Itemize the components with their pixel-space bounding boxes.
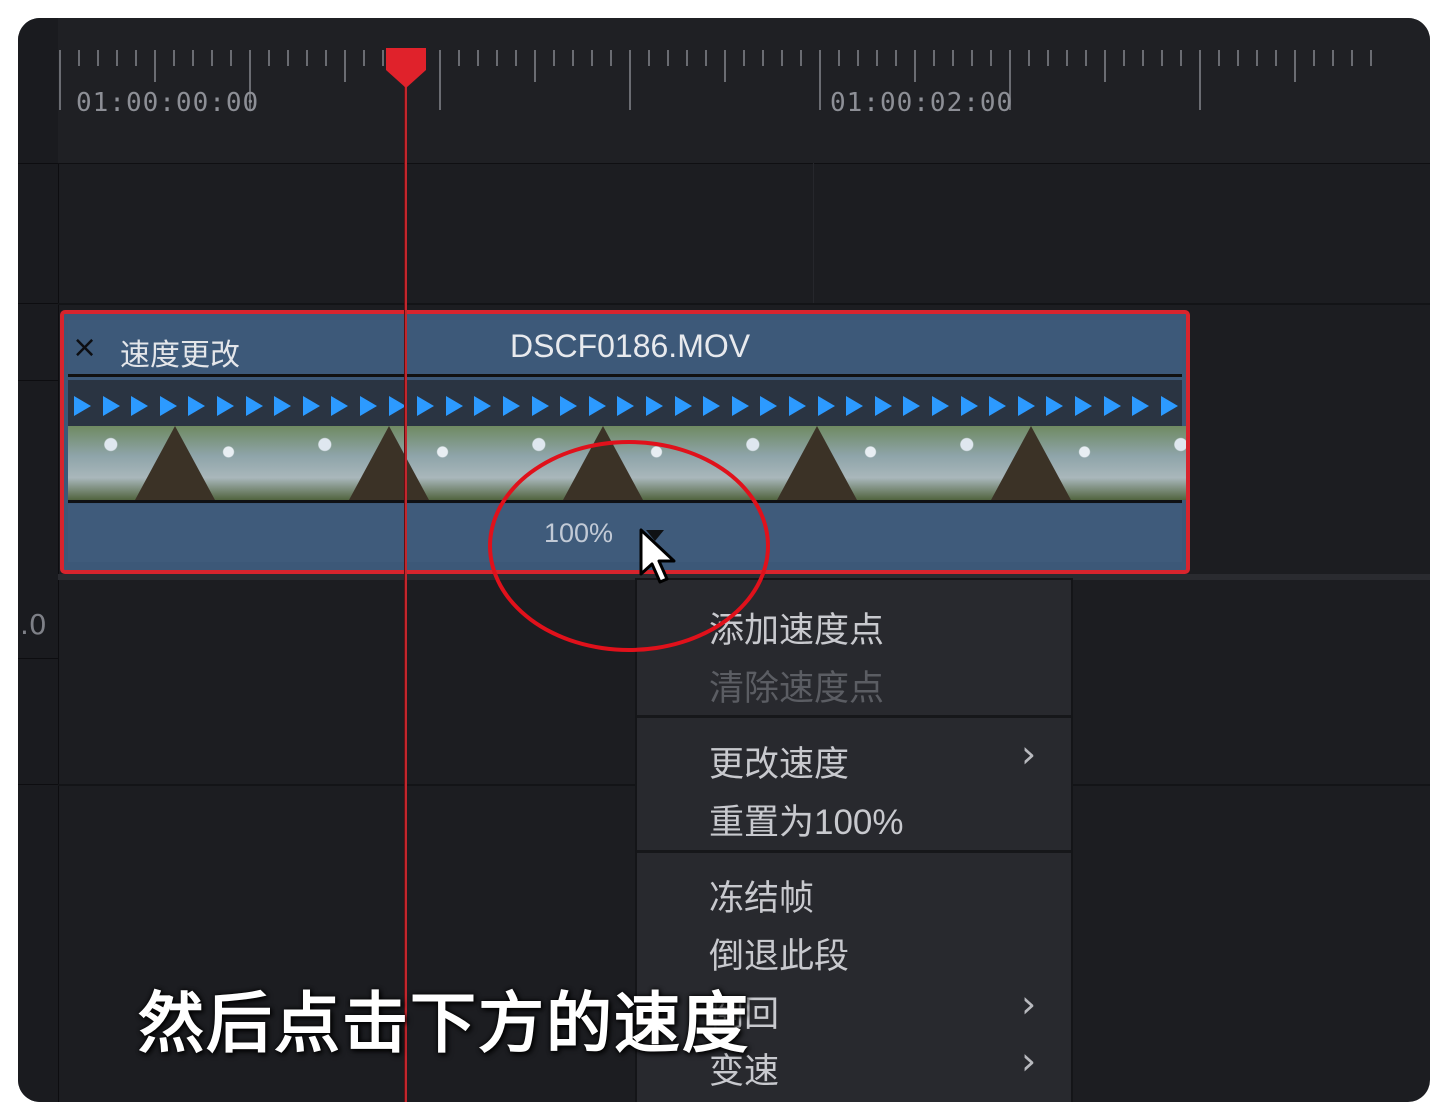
speed-arrow-icon: [1046, 396, 1064, 416]
menu-item-clear-speed-point[interactable]: 清除速度点: [709, 660, 884, 711]
speed-arrow-icon: [102, 396, 120, 416]
submenu-chevron-icon: ›: [1021, 1039, 1037, 1083]
timecode-label: 01:00:00:00: [76, 88, 260, 118]
menu-separator: [637, 715, 1071, 718]
gutter-separator: [18, 303, 58, 304]
speed-arrow-icon: [703, 396, 721, 416]
speed-arrow-icon: [503, 396, 520, 416]
speed-arrow-icon: [817, 396, 835, 416]
speed-arrow-icon: [188, 396, 206, 416]
thumbnail: [282, 426, 496, 500]
speed-arrow-icon: [674, 396, 692, 416]
speed-arrow-icon: [302, 396, 320, 416]
speed-arrow-icon: [417, 396, 435, 416]
gutter-separator: [18, 658, 58, 659]
speed-arrow-icon: [789, 396, 806, 416]
speed-arrow-icon: [331, 396, 349, 416]
timeline-window: .0 01:00:00:00 01:00:02:00 × 速度更改 DSCF01…: [18, 18, 1430, 1102]
gutter-separator: [18, 163, 58, 164]
track-number-label: .0: [20, 608, 47, 641]
speed-arrow-icon: [274, 396, 292, 416]
speed-arrow-icon: [531, 396, 549, 416]
grid-line: [813, 163, 814, 303]
speed-arrow-icon: [646, 396, 663, 416]
gutter-separator: [18, 784, 58, 785]
speed-arrow-icon: [932, 396, 949, 416]
speed-arrow-icon: [960, 396, 978, 416]
playhead-line[interactable]: [404, 58, 407, 1102]
speed-arrow-icon: [1017, 396, 1035, 416]
thumbnail: [924, 426, 1138, 500]
speed-arrow-icon: [217, 396, 234, 416]
speed-arrow-icon: [588, 396, 606, 416]
speed-arrow-icon: [846, 396, 864, 416]
track-divider: [58, 303, 1430, 305]
speed-arrow-icon: [560, 396, 578, 416]
speed-arrow-icon: [445, 396, 463, 416]
submenu-chevron-icon: ›: [1021, 982, 1037, 1026]
speed-change-label: 速度更改: [120, 339, 240, 372]
video-caption: 然后点击下方的速度: [138, 985, 750, 1062]
menu-item-change-speed[interactable]: 更改速度: [709, 736, 849, 787]
timecode-ruler[interactable]: 01:00:00:00 01:00:02:00: [58, 18, 1430, 164]
speed-arrow-icon: [360, 396, 377, 416]
timecode-label: 01:00:02:00: [830, 88, 1014, 118]
menu-item-reset-to-100[interactable]: 重置为100%: [709, 794, 904, 845]
speed-arrow-icon: [1075, 396, 1092, 416]
speed-arrow-icon: [731, 396, 749, 416]
speed-arrow-icon: [903, 396, 921, 416]
annotation-circle: [488, 440, 770, 652]
clip-header[interactable]: × 速度更改 DSCF0186.MOV: [68, 320, 1182, 377]
close-speed-change-icon[interactable]: ×: [72, 330, 97, 365]
speed-arrow-icon: [245, 396, 263, 416]
playhead-marker-icon[interactable]: [384, 48, 428, 90]
speed-arrow-icon: [74, 396, 91, 416]
speed-arrow-icon: [474, 396, 492, 416]
submenu-chevron-icon: ›: [1021, 732, 1037, 776]
thumbnail: [68, 426, 282, 500]
menu-separator: [637, 850, 1071, 853]
thumbnail: [1138, 426, 1186, 500]
speed-arrow-icon: [1160, 396, 1178, 416]
clip-name: DSCF0186.MOV: [510, 328, 751, 364]
mouse-pointer-icon: [639, 528, 676, 584]
speed-arrow-icon: [159, 396, 177, 416]
ruler-ticks: [59, 50, 1372, 110]
speed-arrow-icon: [989, 396, 1007, 416]
speed-arrow-icon: [1103, 396, 1121, 416]
speed-arrow-icon: [617, 396, 635, 416]
speed-arrow-icon: [760, 396, 778, 416]
track-header-column: [18, 18, 59, 1102]
speed-arrow-icon: [131, 396, 149, 416]
menu-item-freeze-frame[interactable]: 冻结帧: [709, 870, 814, 921]
gutter-separator: [18, 380, 58, 381]
speed-arrow-icon: [1132, 396, 1150, 416]
speed-arrow-icon: [874, 396, 892, 416]
